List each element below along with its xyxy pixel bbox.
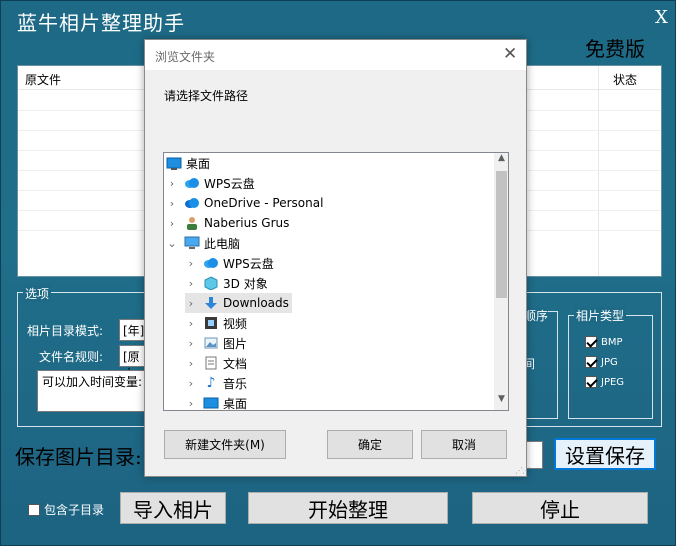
scroll-down-icon[interactable]: ▼ xyxy=(494,394,508,410)
tree-item-label: WPS云盘 xyxy=(204,176,255,191)
dialog-prompt: 请选择文件路径 xyxy=(164,89,249,103)
tree-item-label: 图片 xyxy=(223,336,248,351)
type-jpeg-checkbox[interactable]: JPEG xyxy=(585,376,624,388)
chevron-right-icon[interactable]: › xyxy=(185,257,197,270)
tree-item-downloads[interactable]: › Downloads xyxy=(185,293,292,313)
photo-types-legend: 相片类型 xyxy=(574,307,627,324)
chevron-down-icon[interactable]: ⌄ xyxy=(166,237,178,250)
edition-label: 免费版 xyxy=(585,37,645,61)
document-icon xyxy=(203,356,219,370)
onedrive-icon xyxy=(184,196,200,210)
cloud-icon xyxy=(184,176,200,190)
import-photos-button[interactable]: 导入相片 xyxy=(120,492,226,524)
time-variables-box[interactable]: 可以加入时间变量: xyxy=(37,370,149,412)
chevron-right-icon[interactable]: › xyxy=(185,317,197,330)
type-bmp-checkbox[interactable]: BMP xyxy=(585,336,623,348)
stop-button[interactable]: 停止 xyxy=(472,492,648,524)
tree-item-label: 文档 xyxy=(223,356,248,371)
dialog-titlebar[interactable]: 浏览文件夹 ✕ xyxy=(145,40,526,70)
type-jpg-checkbox[interactable]: JPG xyxy=(585,356,618,368)
scroll-thumb[interactable] xyxy=(496,171,507,298)
chevron-right-icon[interactable]: › xyxy=(185,397,197,410)
start-organize-button[interactable]: 开始整理 xyxy=(248,492,448,524)
app-window: 蓝牛相片整理助手 X 免费版 原文件 状态 选项 相片目录模式: [年] 文件名… xyxy=(0,0,676,546)
tree-item-3d-objects[interactable]: › 3D 对象 xyxy=(185,273,268,293)
column-header-source[interactable]: 原文件 xyxy=(25,71,61,88)
tree-item-label: 视频 xyxy=(223,316,248,331)
ok-button[interactable]: 确定 xyxy=(327,430,413,459)
chevron-right-icon[interactable]: › xyxy=(166,217,178,230)
tree-item-music[interactable]: › ♪ 音乐 xyxy=(185,373,247,393)
include-subdirs-label: 包含子目录 xyxy=(44,503,105,517)
set-save-button[interactable]: 设置保存 xyxy=(554,438,656,470)
tree-item-pc-wps-cloud[interactable]: › WPS云盘 xyxy=(185,253,274,273)
download-icon xyxy=(203,296,219,310)
user-icon xyxy=(184,216,200,230)
dir-mode-label: 相片目录模式: xyxy=(27,324,104,338)
scroll-up-icon[interactable]: ▲ xyxy=(494,153,508,169)
tree-item-label: Downloads xyxy=(223,296,289,310)
browse-folder-dialog: 浏览文件夹 ✕ 请选择文件路径 桌面 › WPS云盘 › OneDrive - … xyxy=(144,39,530,477)
tree-item-label: 桌面 xyxy=(186,156,211,171)
filename-rule-label: 文件名规则: xyxy=(39,350,104,364)
cube-icon xyxy=(203,276,219,290)
checkbox-check-icon xyxy=(585,376,597,388)
picture-icon xyxy=(203,336,219,350)
tree-item-onedrive[interactable]: › OneDrive - Personal xyxy=(166,193,324,213)
tree-item-pc-desktop[interactable]: › 桌面 xyxy=(185,393,247,411)
chevron-right-icon[interactable]: › xyxy=(185,277,197,290)
tree-item-label: Naberius Grus xyxy=(204,216,290,230)
column-divider xyxy=(598,66,599,276)
chevron-right-icon[interactable]: › xyxy=(185,297,197,310)
cloud-icon xyxy=(203,256,219,270)
app-title: 蓝牛相片整理助手 xyxy=(17,11,185,35)
save-dir-label: 保存图片目录: xyxy=(15,445,142,469)
chevron-right-icon[interactable]: › xyxy=(185,377,197,390)
column-header-status[interactable]: 状态 xyxy=(613,71,637,88)
cancel-button[interactable]: 取消 xyxy=(421,430,507,459)
tree-item-pictures[interactable]: › 图片 xyxy=(185,333,247,353)
tree-item-this-pc[interactable]: ⌄ 此电脑 xyxy=(166,233,240,253)
tree-item-label: OneDrive - Personal xyxy=(204,196,324,210)
video-icon xyxy=(203,316,219,330)
options-legend: 选项 xyxy=(23,285,52,302)
desktop-icon xyxy=(203,396,219,410)
chevron-right-icon[interactable]: › xyxy=(185,357,197,370)
type-jpg-label: JPG xyxy=(601,356,618,368)
dialog-close-icon[interactable]: ✕ xyxy=(503,44,517,64)
include-subdirs-checkbox[interactable]: 包含子目录 xyxy=(28,501,104,518)
tree-item-documents[interactable]: › 文档 xyxy=(185,353,247,373)
checkbox-check-icon xyxy=(585,356,597,368)
dialog-title: 浏览文件夹 xyxy=(155,50,216,64)
desktop-icon xyxy=(166,156,182,170)
type-jpeg-label: JPEG xyxy=(601,376,625,388)
music-icon: ♪ xyxy=(206,375,216,391)
checkbox-check-icon xyxy=(585,336,597,348)
tree-item-label: 此电脑 xyxy=(204,236,241,251)
tree-item-label: WPS云盘 xyxy=(223,256,274,271)
chevron-right-icon[interactable]: › xyxy=(166,177,178,190)
chevron-right-icon[interactable]: › xyxy=(185,337,197,350)
type-bmp-label: BMP xyxy=(601,336,623,348)
tree-item-label: 音乐 xyxy=(223,376,248,391)
folder-tree[interactable]: 桌面 › WPS云盘 › OneDrive - Personal › Naber… xyxy=(163,152,509,411)
tree-item-videos[interactable]: › 视频 xyxy=(185,313,247,333)
new-folder-button[interactable]: 新建文件夹(M) xyxy=(164,430,286,459)
tree-item-label: 桌面 xyxy=(223,396,248,411)
tree-item-user[interactable]: › Naberius Grus xyxy=(166,213,289,233)
chevron-right-icon[interactable]: › xyxy=(166,197,178,210)
resize-grip-icon[interactable]: ⋰⋰ xyxy=(515,466,530,475)
computer-icon xyxy=(184,236,200,250)
tree-item-wps-cloud[interactable]: › WPS云盘 xyxy=(166,173,255,193)
tree-item-label: 3D 对象 xyxy=(223,276,268,291)
checkbox-empty-icon xyxy=(28,503,40,516)
tree-item-desktop-root[interactable]: 桌面 xyxy=(166,153,210,173)
tree-scrollbar[interactable]: ▲ ▼ xyxy=(494,153,508,410)
order-legend: 顺序 xyxy=(524,307,549,324)
app-close-button[interactable]: X xyxy=(655,7,668,28)
